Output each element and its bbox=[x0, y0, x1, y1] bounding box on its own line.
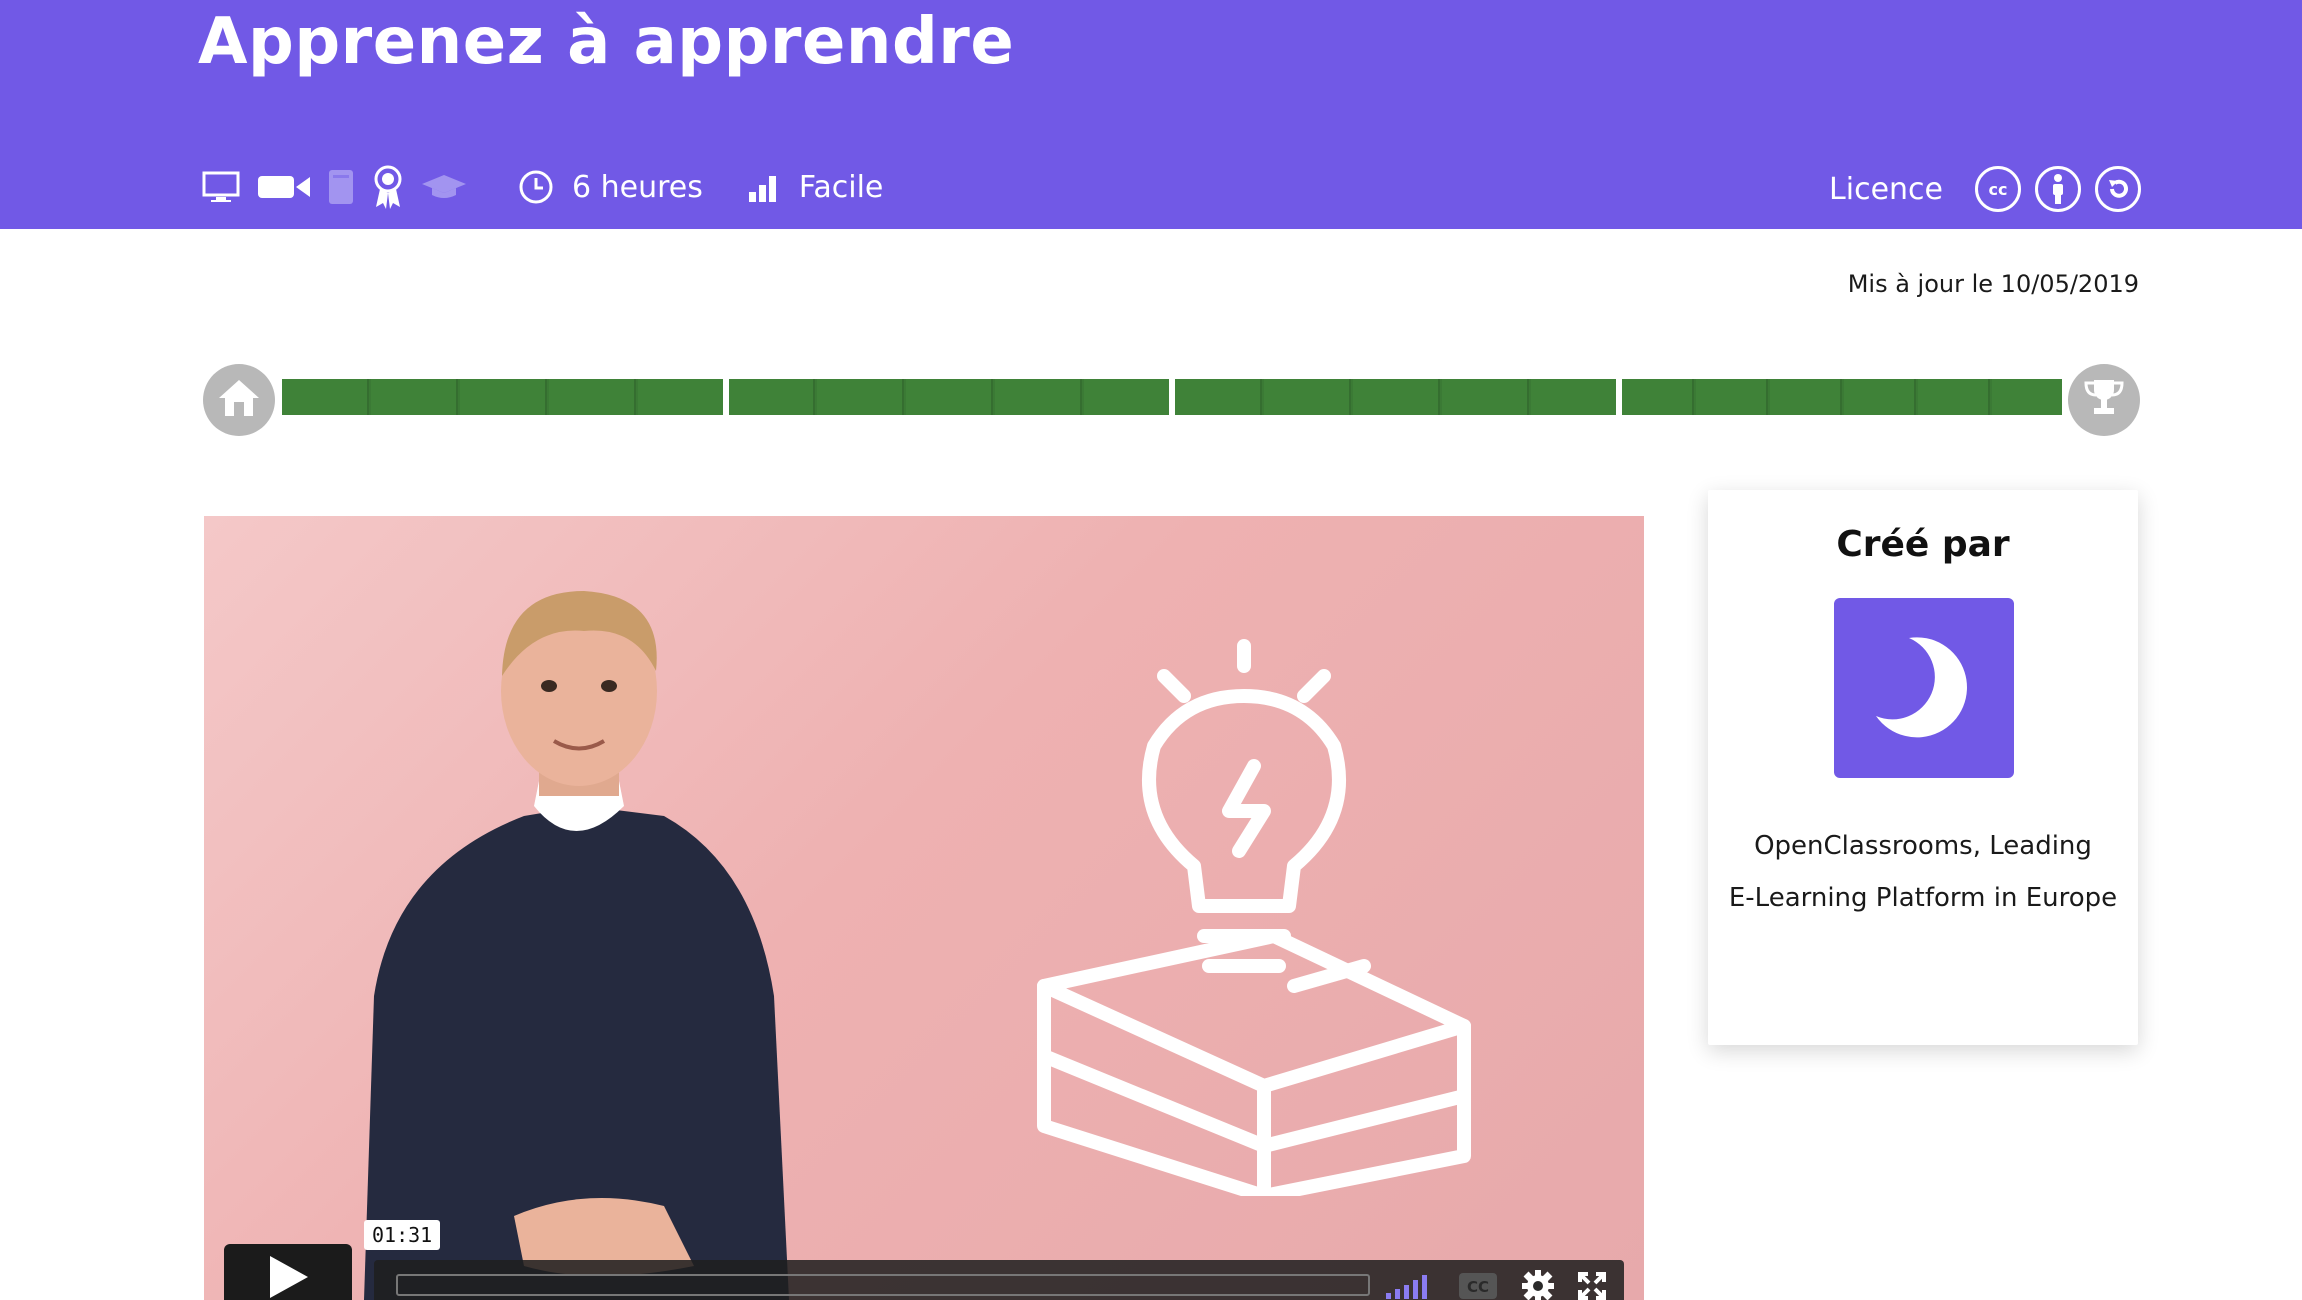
svg-text:cc: cc bbox=[1989, 180, 2008, 199]
progress-segment[interactable] bbox=[1621, 379, 2062, 415]
svg-text:CC: CC bbox=[1467, 1278, 1489, 1296]
creator-name-line1[interactable]: OpenClassrooms, Leading bbox=[1718, 820, 2128, 872]
share-alike-icon[interactable] bbox=[2095, 166, 2141, 212]
fullscreen-icon[interactable] bbox=[1578, 1272, 1606, 1300]
play-button[interactable] bbox=[224, 1244, 352, 1300]
presenter-image bbox=[364, 591, 789, 1300]
licence-section: Licence cc bbox=[1829, 163, 2141, 215]
creator-card: Créé par OpenClassrooms, Leading E-Learn… bbox=[1708, 490, 2138, 1045]
trophy-button[interactable] bbox=[2068, 364, 2140, 436]
captions-icon[interactable]: CC bbox=[1458, 1272, 1498, 1300]
clock-icon bbox=[518, 169, 554, 205]
creator-name-line2[interactable]: E-Learning Platform in Europe bbox=[1718, 872, 2128, 924]
book-icon bbox=[328, 169, 354, 205]
course-progress bbox=[203, 364, 2140, 436]
time-tooltip: 01:31 bbox=[364, 1220, 441, 1250]
progress-segment[interactable] bbox=[728, 379, 1170, 415]
video-controls: CC 01:31 bbox=[224, 1220, 1624, 1300]
attribution-icon[interactable] bbox=[2035, 166, 2081, 212]
play-icon bbox=[266, 1254, 310, 1300]
home-button[interactable] bbox=[203, 364, 275, 436]
seek-bar[interactable] bbox=[396, 1274, 1370, 1296]
graduation-cap-icon bbox=[422, 173, 466, 201]
monitor-icon bbox=[202, 171, 240, 203]
duration-label: 6 heures bbox=[572, 169, 703, 205]
creator-heading: Créé par bbox=[1836, 524, 2010, 565]
course-title: Apprenez à apprendre bbox=[198, 5, 1015, 79]
creator-name[interactable]: OpenClassrooms, Leading E-Learning Platf… bbox=[1718, 820, 2128, 924]
creator-logo[interactable] bbox=[1834, 598, 2014, 778]
video-player[interactable]: CC 01:31 bbox=[204, 516, 1644, 1300]
cc-icon[interactable]: cc bbox=[1975, 166, 2021, 212]
progress-segment[interactable] bbox=[1175, 379, 1616, 415]
home-icon bbox=[217, 378, 261, 422]
progress-segment[interactable] bbox=[282, 379, 723, 415]
difficulty-icon bbox=[748, 172, 781, 202]
video-camera-icon bbox=[258, 174, 310, 200]
control-bar: CC bbox=[374, 1260, 1624, 1300]
trophy-icon bbox=[2082, 378, 2126, 422]
licence-label[interactable]: Licence bbox=[1829, 172, 1943, 207]
openclassrooms-logo-icon bbox=[1864, 626, 1984, 750]
lightbulb-illustration bbox=[1037, 639, 1471, 1196]
course-meta: 6 heures Facile bbox=[202, 162, 883, 212]
progress-segments bbox=[282, 379, 2062, 415]
settings-icon[interactable] bbox=[1522, 1270, 1554, 1300]
updated-date: Mis à jour le 10/05/2019 bbox=[1847, 270, 2139, 298]
volume-icon[interactable] bbox=[1386, 1273, 1434, 1299]
certificate-icon bbox=[372, 165, 404, 209]
course-header: Apprenez à apprendre 6 heures Facile Lic… bbox=[0, 0, 2302, 229]
difficulty-label: Facile bbox=[798, 169, 884, 205]
control-icons: CC bbox=[1386, 1270, 1606, 1300]
